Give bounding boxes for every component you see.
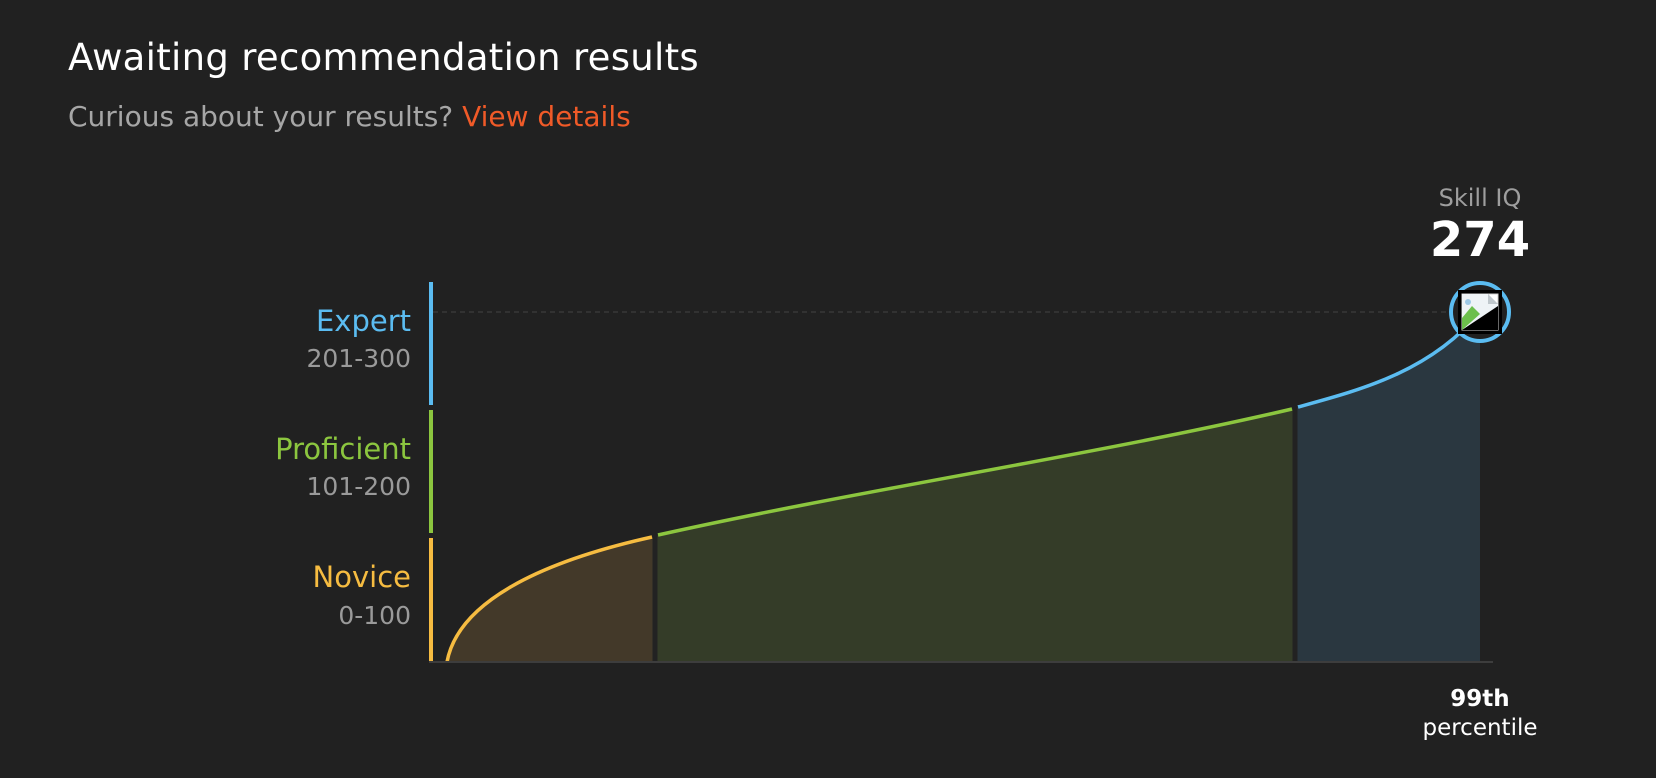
- novice-area: [447, 536, 655, 662]
- novice-level-bar: [429, 538, 433, 661]
- proficient-level-bar: [429, 410, 433, 533]
- proficient-area: [655, 408, 1295, 662]
- broken-image-icon: [1458, 290, 1502, 334]
- percentile-label: percentile: [1422, 715, 1538, 741]
- expert-area: [1295, 312, 1480, 662]
- percentile-value: 99th: [1450, 686, 1510, 712]
- skill-iq-chart: [429, 281, 1511, 663]
- score-marker: [1449, 281, 1511, 343]
- expert-level-bar: [429, 282, 433, 405]
